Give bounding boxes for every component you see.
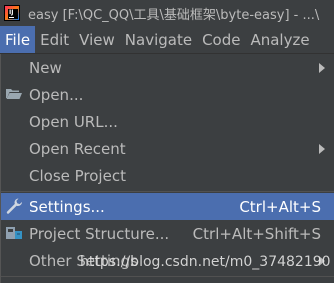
wrench-icon bbox=[5, 197, 23, 215]
intellij-logo-icon bbox=[4, 5, 20, 21]
menu-view[interactable]: View bbox=[74, 26, 120, 53]
menu-analyze[interactable]: Analyze bbox=[245, 26, 314, 53]
menu-item-shortcut: Ctrl+Alt+S bbox=[239, 197, 321, 216]
menu-file[interactable]: File bbox=[0, 26, 36, 53]
menu-item-settings[interactable]: Settings... Ctrl+Alt+S bbox=[1, 193, 334, 220]
submenu-arrow-icon bbox=[319, 144, 325, 154]
menu-item-shortcut: Ctrl+Alt+Shift+S bbox=[192, 224, 321, 243]
menu-navigate[interactable]: Navigate bbox=[120, 26, 197, 53]
menu-item-label: Other Settings bbox=[29, 251, 138, 270]
file-menu-dropdown: New Open... Open URL... Open Recent Clos… bbox=[0, 54, 334, 283]
menu-item-label: Settings... bbox=[29, 197, 105, 216]
menu-item-project-structure[interactable]: Project Structure... Ctrl+Alt+Shift+S bbox=[1, 220, 334, 247]
menu-item-label: Project Structure... bbox=[29, 224, 170, 243]
folder-open-icon bbox=[5, 85, 23, 103]
menu-edit[interactable]: Edit bbox=[35, 26, 74, 53]
menu-item-label: Open... bbox=[29, 85, 84, 104]
menu-item-open-recent[interactable]: Open Recent bbox=[1, 135, 334, 162]
project-structure-icon bbox=[5, 224, 23, 242]
menu-item-label: Close Project bbox=[29, 166, 126, 185]
submenu-arrow-icon bbox=[319, 256, 325, 266]
menu-item-label: Open Recent bbox=[29, 139, 126, 158]
menu-item-label: Open URL... bbox=[29, 112, 118, 131]
menu-bar: File Edit View Navigate Code Analyze bbox=[0, 26, 334, 54]
menu-separator bbox=[1, 191, 334, 192]
window-title: easy [F:\QC_QQ\工具\基础框架\byte-easy] - ...\ bbox=[28, 7, 320, 23]
menu-item-other-settings[interactable]: Other Settings bbox=[1, 247, 334, 274]
menu-item-label: New bbox=[29, 58, 62, 77]
menu-item-close-project[interactable]: Close Project bbox=[1, 162, 334, 189]
submenu-arrow-icon bbox=[319, 63, 325, 73]
menu-code[interactable]: Code bbox=[197, 26, 245, 53]
menu-item-new[interactable]: New bbox=[1, 54, 334, 81]
menu-item-open-url[interactable]: Open URL... bbox=[1, 108, 334, 135]
title-bar: easy [F:\QC_QQ\工具\基础框架\byte-easy] - ...\ bbox=[0, 0, 334, 26]
menu-separator bbox=[1, 276, 334, 277]
menu-item-open[interactable]: Open... bbox=[1, 81, 334, 108]
